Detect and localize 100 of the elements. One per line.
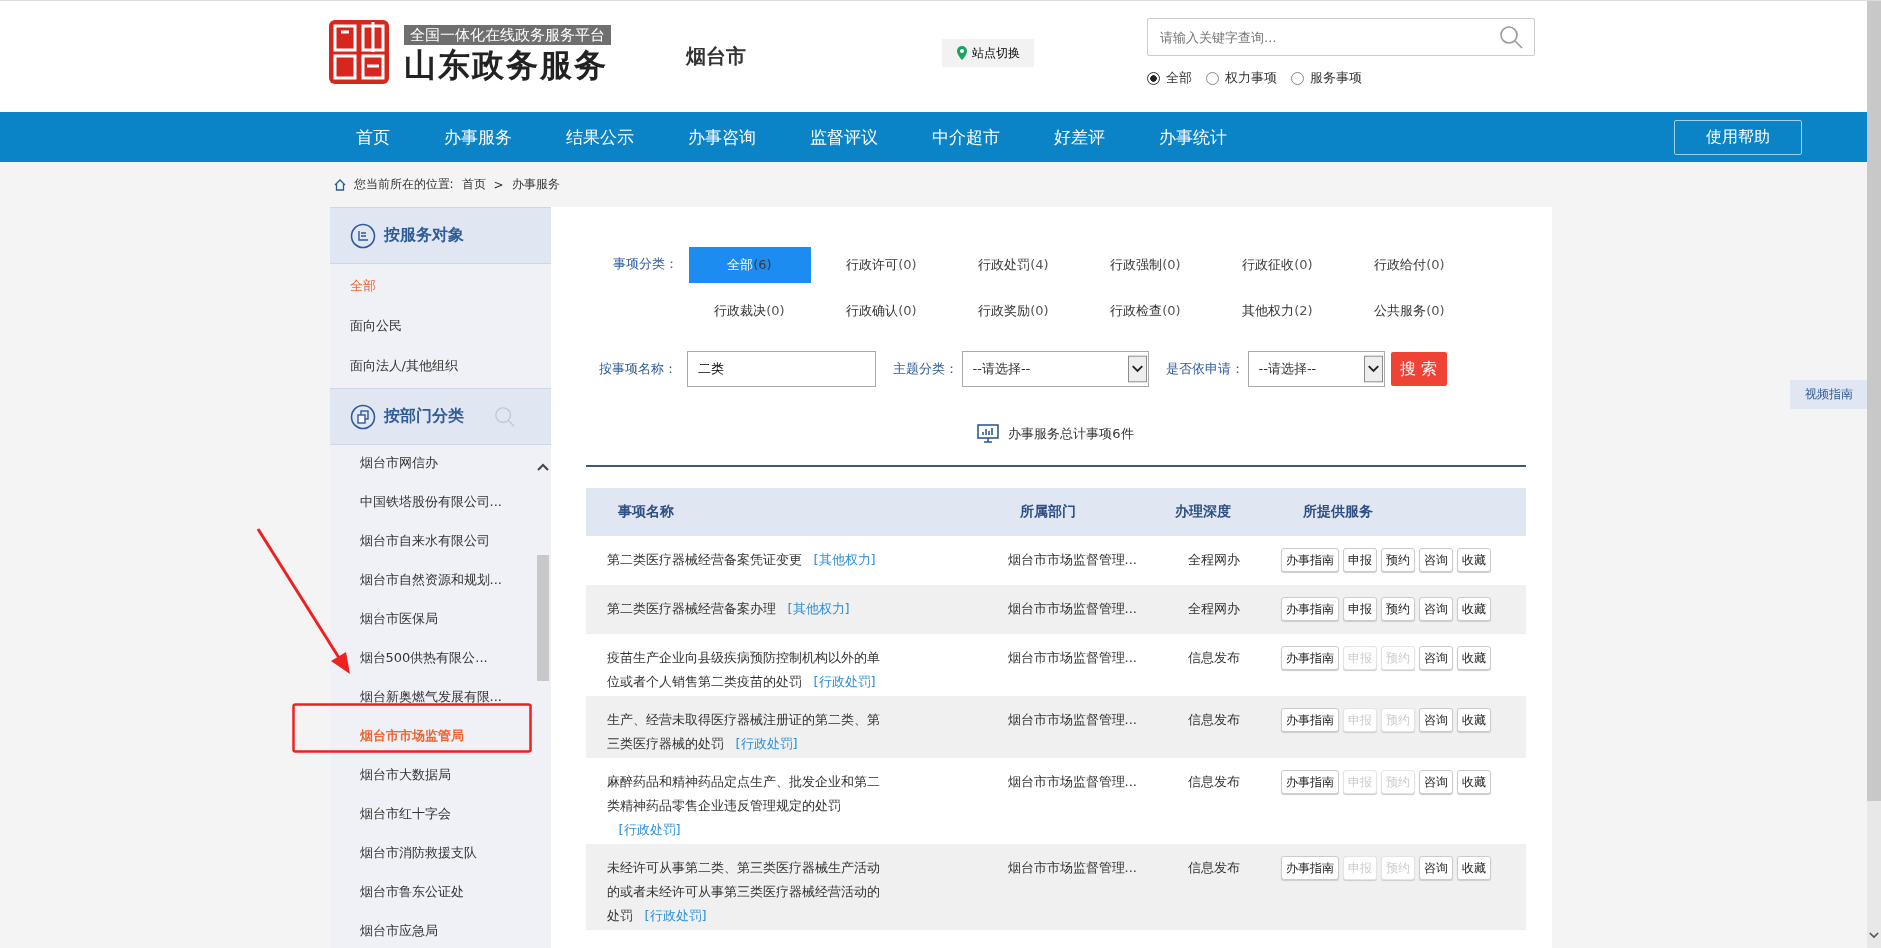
location-pin-icon <box>956 46 967 60</box>
platform-label: 全国一体化在线政务服务平台 <box>404 25 611 45</box>
department-cell-text: 烟台市市场监督管理... <box>1006 859 1138 877</box>
item-name[interactable]: 第二类医疗器械经营备案凭证变更 [其他权力] <box>585 548 882 572</box>
service-button[interactable]: 收藏 <box>1456 770 1491 794</box>
name-label: 按事项名称： <box>598 360 678 378</box>
sidebar-item[interactable]: 面向公民 <box>329 306 551 346</box>
sidebar-item[interactable]: 烟台市红十字会 <box>329 796 535 835</box>
radio-button[interactable] <box>1206 71 1219 85</box>
breadcrumb-link[interactable]: 办事服务 <box>511 176 560 193</box>
site-switch-button[interactable]: 站点切换 <box>942 39 1034 67</box>
sidebar-item[interactable]: 烟台市消防救援支队 <box>329 835 535 874</box>
sidebar-item[interactable]: 烟台市网信办 <box>329 445 535 484</box>
category-tag-link[interactable]: [其他权力] <box>813 552 876 567</box>
category-tab[interactable]: 行政确认(0) <box>820 293 943 329</box>
nav-link[interactable]: 监督评议 <box>781 125 904 149</box>
item-name[interactable]: 第二类医疗器械经营备案办理 [其他权力] <box>585 597 882 621</box>
service-button[interactable]: 咨询 <box>1418 548 1453 572</box>
service-button[interactable]: 预约 <box>1380 597 1415 621</box>
caret-down-icon[interactable] <box>1869 932 1879 939</box>
nav-link[interactable]: 结果公示 <box>537 125 660 149</box>
category-tag-link[interactable]: [行政处罚] <box>618 822 681 837</box>
category-tab[interactable]: 行政处罚(4) <box>952 247 1075 283</box>
category-tab[interactable]: 行政检查(0) <box>1084 293 1207 329</box>
nav-link[interactable]: 中介超市 <box>903 125 1026 149</box>
column-header: 所提供服务 <box>1301 503 1374 521</box>
service-button[interactable]: 咨询 <box>1418 770 1453 794</box>
item-name[interactable]: 疫苗生产企业向县级疾病预防控制机构以外的单位或者个人销售第二类疫苗的处罚 [行政处罚] <box>585 646 882 694</box>
apply-label: 是否依申请： <box>1165 360 1244 378</box>
search-button[interactable]: 搜 索 <box>1390 352 1447 386</box>
depth-cell-text: 全程网办 <box>1186 600 1241 618</box>
service-button[interactable]: 办事指南 <box>1280 548 1339 572</box>
service-button[interactable]: 申报 <box>1342 548 1377 572</box>
service-button[interactable]: 咨询 <box>1418 856 1453 880</box>
sidebar-item[interactable]: 烟台市自来水有限公司 <box>329 523 535 562</box>
category-tag-link[interactable]: [行政处罚] <box>813 674 876 689</box>
service-button[interactable]: 办事指南 <box>1280 646 1339 670</box>
video-guide-tab[interactable]: 视频指南 <box>1790 380 1867 409</box>
sidebar-item[interactable]: 烟台500供热有限公... <box>329 640 535 679</box>
category-tab[interactable]: 其他权力(2) <box>1216 293 1339 329</box>
caret-up-icon[interactable] <box>536 463 549 471</box>
nav-link[interactable]: 好差评 <box>1025 125 1131 149</box>
scope-label[interactable]: 服务事项 <box>1310 69 1362 87</box>
category-tab[interactable]: 公共服务(0) <box>1348 293 1471 329</box>
service-button[interactable]: 办事指南 <box>1280 597 1339 621</box>
category-tab[interactable]: 行政征收(0) <box>1216 247 1339 283</box>
scope-label[interactable]: 权力事项 <box>1225 69 1277 87</box>
name-input[interactable]: 二类 <box>686 351 876 387</box>
service-button[interactable]: 预约 <box>1380 548 1415 572</box>
category-tab[interactable]: 行政给付(0) <box>1348 247 1471 283</box>
topic-label: 主题分类： <box>892 360 958 378</box>
item-name[interactable]: 生产、经营未取得医疗器械注册证的第二类、第三类医疗器械的处罚 [行政处罚] <box>585 708 882 756</box>
topic-select[interactable]: --请选择-- <box>961 351 1149 387</box>
category-tab[interactable]: 行政许可(0) <box>820 247 943 283</box>
sidebar-item[interactable]: 中国铁塔股份有限公司... <box>329 484 535 523</box>
service-button[interactable]: 收藏 <box>1456 597 1491 621</box>
service-button[interactable]: 收藏 <box>1456 856 1491 880</box>
nav-link[interactable]: 办事咨询 <box>659 125 782 149</box>
department-cell-text: 烟台市市场监督管理... <box>1006 711 1138 729</box>
service-button[interactable]: 办事指南 <box>1280 770 1339 794</box>
nav-link[interactable]: 首页 <box>327 125 416 149</box>
service-button[interactable]: 办事指南 <box>1280 708 1339 732</box>
sidebar-item[interactable]: 烟台市自然资源和规划... <box>329 562 535 601</box>
column-header: 办理深度 <box>1173 503 1232 521</box>
radio-button[interactable] <box>1291 71 1304 85</box>
sidebar-item[interactable]: 烟台市鲁东公证处 <box>329 874 535 913</box>
scrollbar-thumb[interactable] <box>1867 1 1881 801</box>
service-button[interactable]: 咨询 <box>1418 708 1453 732</box>
category-tab[interactable]: 行政裁决(0) <box>688 293 811 329</box>
sidebar-section-title: 按服务对象 <box>383 225 464 246</box>
search-field[interactable]: 请输入关键字查询... <box>1147 18 1535 56</box>
category-tab[interactable]: 行政强制(0) <box>1084 247 1207 283</box>
depth-cell-text: 信息发布 <box>1186 773 1241 791</box>
breadcrumb-link[interactable]: 首页 <box>461 176 486 193</box>
sidebar-item[interactable]: 烟台市医保局 <box>329 601 535 640</box>
city-name: 烟台市 <box>686 43 746 70</box>
category-tab[interactable]: 行政奖励(0) <box>952 293 1075 329</box>
scrollbar-thumb[interactable] <box>536 555 549 681</box>
radio-button[interactable] <box>1147 71 1160 85</box>
service-button[interactable]: 申报 <box>1342 597 1377 621</box>
service-button[interactable]: 办事指南 <box>1280 856 1339 880</box>
service-button[interactable]: 收藏 <box>1456 548 1491 572</box>
apply-select[interactable]: --请选择-- <box>1247 351 1385 387</box>
service-button[interactable]: 咨询 <box>1418 597 1453 621</box>
search-icon <box>1499 25 1523 49</box>
item-name[interactable]: 麻醉药品和精神药品定点生产、批发企业和第二类精神药品零售企业违反管理规定的处罚 [行政处罚] <box>585 770 882 842</box>
monitor-chart-icon <box>977 424 1000 444</box>
item-name[interactable]: 未经许可从事第二类、第三类医疗器械生产活动的或者未经许可从事第三类医疗器械经营活动的处罚 [行政处罚] <box>585 856 882 928</box>
help-button[interactable]: 使用帮助 <box>1674 119 1802 155</box>
sidebar-item[interactable]: 烟台新奥燃气发展有限... <box>329 679 535 718</box>
nav-link[interactable]: 办事服务 <box>415 125 538 149</box>
sidebar-item[interactable]: 面向法人/其他组织 <box>329 346 551 386</box>
service-button[interactable]: 咨询 <box>1418 646 1453 670</box>
nav-link[interactable]: 办事统计 <box>1130 125 1253 149</box>
sidebar-item[interactable]: 烟台市大数据局 <box>329 757 535 796</box>
scope-label[interactable]: 全部 <box>1166 69 1192 87</box>
depth-cell-text: 信息发布 <box>1186 859 1241 877</box>
sidebar-item[interactable]: 烟台市应急局 <box>329 913 535 948</box>
service-button[interactable]: 收藏 <box>1456 646 1491 670</box>
service-button[interactable]: 收藏 <box>1456 708 1491 732</box>
